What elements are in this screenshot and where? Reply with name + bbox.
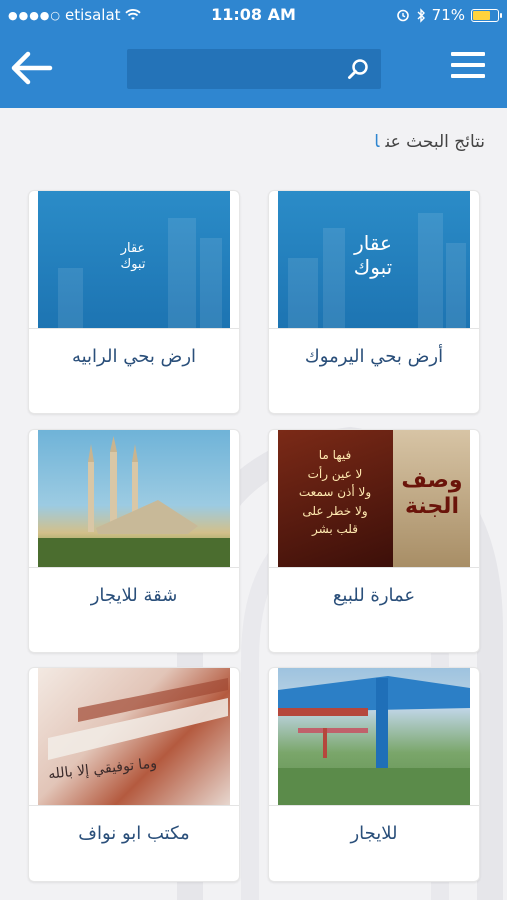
back-button[interactable]: [10, 50, 54, 86]
listing-title: شقة للايجار: [90, 585, 178, 606]
poster-line: فيها ما: [318, 448, 352, 462]
listing-title: مكتب ابو نواف: [78, 823, 190, 844]
poster-line: لا عين رأت: [307, 466, 363, 481]
menu-button[interactable]: [451, 52, 485, 82]
menu-icon-bar: [451, 74, 485, 78]
listing-card[interactable]: وما توفيقي إلا بالله مكتب ابو نواف: [28, 667, 240, 882]
battery-percent: 71%: [431, 6, 465, 24]
listing-image: عقار تبوك: [38, 191, 230, 328]
poster-heading-2: الجنة: [405, 494, 459, 520]
poster-heading-1: وصف: [401, 468, 463, 493]
listing-image: فيها ما لا عين رأت ولا أذن سمعت ولا خطر …: [278, 430, 470, 567]
image-logo-line-1: عقار: [354, 231, 392, 255]
results-title: نتائج البحث عنا: [374, 132, 485, 152]
card-divider: [269, 328, 479, 329]
search-box: [127, 49, 381, 89]
card-divider: [29, 328, 239, 329]
card-divider: [269, 805, 479, 806]
listing-image: [38, 430, 230, 567]
listing-image: [278, 668, 470, 805]
status-bar: ●●●●○ etisalat 11:08 AM 71%: [0, 0, 507, 30]
listing-title: عمارة للبيع: [332, 585, 416, 606]
bluetooth-icon: [417, 7, 425, 23]
image-logo-line-2: تبوك: [353, 255, 393, 279]
menu-icon-bar: [451, 52, 485, 56]
nav-bar: [0, 30, 507, 108]
poster-line: ولا أذن سمعت: [298, 485, 372, 500]
poster-line: قلب بشر: [312, 522, 358, 537]
listing-title: للايجار: [350, 823, 398, 844]
listing-card[interactable]: عقار تبوك أرض بحي اليرموك: [268, 190, 480, 414]
battery-icon: [471, 8, 502, 22]
shade-canopy-illustration: [278, 676, 470, 805]
card-divider: [29, 567, 239, 568]
poster-line: ولا خطر على: [302, 503, 368, 518]
listing-card[interactable]: عقار تبوك ارض بحي الرابيه: [28, 190, 240, 414]
listing-title: أرض بحي اليرموك: [304, 346, 444, 367]
results-title-text: نتائج البحث عن: [385, 132, 485, 152]
listing-card[interactable]: فيها ما لا عين رأت ولا أذن سمعت ولا خطر …: [268, 429, 480, 653]
card-divider: [29, 805, 239, 806]
alarm-icon: [396, 9, 409, 22]
listing-card[interactable]: شقة للايجار: [28, 429, 240, 653]
listing-card[interactable]: للايجار: [268, 667, 480, 882]
listing-title: ارض بحي الرابيه: [71, 346, 197, 367]
menu-icon-bar: [451, 63, 485, 67]
card-divider: [269, 567, 479, 568]
arrow-left-icon: [11, 51, 53, 85]
search-icon[interactable]: [347, 58, 369, 80]
image-logo-line-1: عقار: [120, 241, 146, 256]
listing-image: وما توفيقي إلا بالله: [38, 668, 230, 805]
listing-image: عقار تبوك: [278, 191, 470, 328]
results-query: ا: [374, 132, 380, 152]
search-input[interactable]: [127, 49, 337, 89]
mosque-illustration: [38, 436, 230, 567]
image-logo-line-2: تبوك: [120, 256, 146, 272]
book-pages-illustration: [48, 678, 228, 760]
